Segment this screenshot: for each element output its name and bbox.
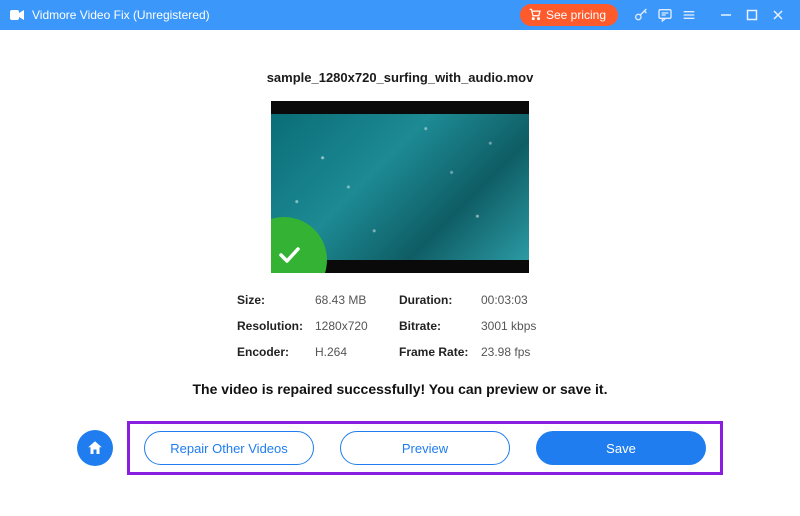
size-label: Size:: [237, 293, 315, 307]
app-title: Vidmore Video Fix (Unregistered): [32, 8, 210, 22]
footer: Repair Other Videos Preview Save: [77, 421, 723, 475]
bitrate-label: Bitrate:: [399, 319, 481, 333]
home-icon: [86, 439, 104, 457]
encoder-label: Encoder:: [237, 345, 315, 359]
save-button[interactable]: Save: [536, 431, 706, 465]
file-name: sample_1280x720_surfing_with_audio.mov: [267, 70, 534, 85]
metadata-grid: Size: 68.43 MB Duration: 00:03:03 Resolu…: [237, 293, 563, 359]
bitrate-value: 3001 kbps: [481, 319, 563, 333]
cart-icon: [528, 7, 542, 24]
maximize-button[interactable]: [740, 4, 764, 26]
repair-other-videos-button[interactable]: Repair Other Videos: [144, 431, 314, 465]
framerate-value: 23.98 fps: [481, 345, 563, 359]
menu-icon[interactable]: [678, 4, 700, 26]
framerate-label: Frame Rate:: [399, 345, 481, 359]
see-pricing-label: See pricing: [546, 8, 606, 22]
action-button-row: Repair Other Videos Preview Save: [127, 421, 723, 475]
minimize-button[interactable]: [714, 4, 738, 26]
repair-other-videos-label: Repair Other Videos: [170, 441, 288, 456]
resolution-value: 1280x720: [315, 319, 399, 333]
close-button[interactable]: [766, 4, 790, 26]
success-message: The video is repaired successfully! You …: [193, 381, 608, 397]
duration-label: Duration:: [399, 293, 481, 307]
size-value: 68.43 MB: [315, 293, 399, 307]
feedback-icon[interactable]: [654, 4, 676, 26]
save-label: Save: [606, 441, 636, 456]
video-thumbnail: [271, 101, 529, 273]
app-logo-icon: [8, 6, 26, 24]
preview-button[interactable]: Preview: [340, 431, 510, 465]
main-content: sample_1280x720_surfing_with_audio.mov S…: [0, 30, 800, 475]
home-button[interactable]: [77, 430, 113, 466]
success-check-badge: [271, 217, 327, 273]
resolution-label: Resolution:: [237, 319, 315, 333]
encoder-value: H.264: [315, 345, 399, 359]
titlebar: Vidmore Video Fix (Unregistered) See pri…: [0, 0, 800, 30]
key-icon[interactable]: [630, 4, 652, 26]
preview-label: Preview: [402, 441, 448, 456]
check-icon: [277, 243, 301, 267]
duration-value: 00:03:03: [481, 293, 563, 307]
see-pricing-button[interactable]: See pricing: [520, 4, 618, 26]
